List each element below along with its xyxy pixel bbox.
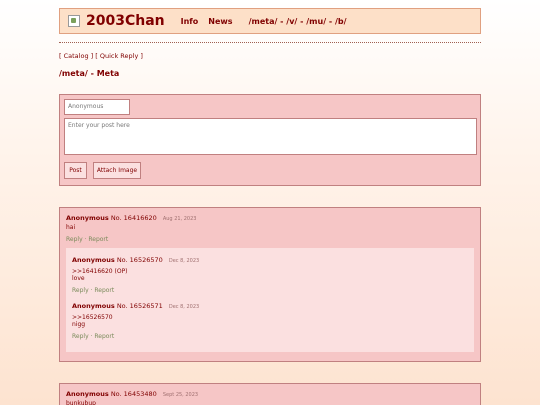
- post-button[interactable]: Post: [64, 162, 87, 179]
- report-link[interactable]: Report: [88, 236, 108, 243]
- board-list: /meta/ - /v/ - /mu/ - /b/: [248, 16, 347, 26]
- post-text: nigg: [72, 321, 86, 328]
- post-number[interactable]: No. 16526570: [117, 256, 163, 264]
- board-link-mu[interactable]: /mu/: [306, 17, 326, 26]
- post-date: Dec 8, 2023: [168, 258, 200, 264]
- divider: [59, 42, 481, 43]
- nav-news-link[interactable]: News: [208, 17, 232, 26]
- board-title: /meta/ - Meta: [59, 69, 120, 78]
- post-textarea[interactable]: Enter your post here: [64, 118, 477, 155]
- post-actions: Reply · Report: [66, 236, 109, 243]
- poster-name: Anonymous: [66, 214, 109, 222]
- broken-image-icon: [68, 15, 80, 27]
- board-link-b[interactable]: /b/: [335, 17, 347, 26]
- replies-container: Anonymous No. 16526570 Dec 8, 2023 >>164…: [66, 248, 474, 352]
- name-input[interactable]: Anonymous: [64, 99, 130, 115]
- board-link-meta[interactable]: /meta/: [249, 17, 278, 26]
- quick-reply-link[interactable]: [ Quick Reply ]: [95, 52, 143, 60]
- post-actions: Reply · Report: [72, 333, 115, 340]
- catalog-link[interactable]: [ Catalog ]: [59, 52, 93, 60]
- reply-post: Anonymous No. 16526570 Dec 8, 2023 >>164…: [66, 248, 474, 348]
- post-date: Aug 21, 2023: [162, 216, 197, 222]
- post-number[interactable]: No. 16526571: [117, 302, 163, 310]
- post-date: Dec 8, 2023: [168, 304, 200, 310]
- report-link[interactable]: Report: [94, 287, 114, 294]
- post-actions: Reply · Report: [72, 287, 115, 294]
- post-text: bunkubup: [66, 400, 96, 405]
- subnav: [ Catalog ] [ Quick Reply ]: [59, 52, 143, 60]
- quote-link[interactable]: >>16526570: [72, 314, 468, 321]
- poster-name: Anonymous: [66, 390, 109, 398]
- reply-link[interactable]: Reply: [72, 333, 89, 340]
- nav-info-link[interactable]: Info: [181, 17, 199, 26]
- thread: Anonymous No. 16453480 Sept 25, 2023 bun…: [59, 383, 481, 405]
- poster-name: Anonymous: [72, 302, 115, 310]
- post-number[interactable]: No. 16416620: [111, 214, 157, 222]
- reply-link[interactable]: Reply: [66, 236, 83, 243]
- op-post: Anonymous No. 16416620 Aug 21, 2023 hai …: [66, 214, 196, 243]
- post-text: love: [72, 275, 85, 282]
- site-title[interactable]: 2003Chan: [86, 13, 165, 29]
- post-text: hai: [66, 224, 76, 231]
- op-post: Anonymous No. 16453480 Sept 25, 2023 bun…: [66, 390, 198, 405]
- attach-image-button[interactable]: Attach Image: [93, 162, 141, 179]
- quote-link[interactable]: >>16416620 (OP): [72, 268, 468, 275]
- post-form: Anonymous Enter your post here Post Atta…: [59, 94, 481, 186]
- thread: Anonymous No. 16416620 Aug 21, 2023 hai …: [59, 207, 481, 362]
- board-link-v[interactable]: /v/: [286, 17, 297, 26]
- post-date: Sept 25, 2023: [162, 392, 199, 398]
- post-number[interactable]: No. 16453480: [111, 390, 157, 398]
- site-header: 2003Chan Info News /meta/ - /v/ - /mu/ -…: [59, 8, 481, 34]
- poster-name: Anonymous: [72, 256, 115, 264]
- reply-link[interactable]: Reply: [72, 287, 89, 294]
- report-link[interactable]: Report: [94, 333, 114, 340]
